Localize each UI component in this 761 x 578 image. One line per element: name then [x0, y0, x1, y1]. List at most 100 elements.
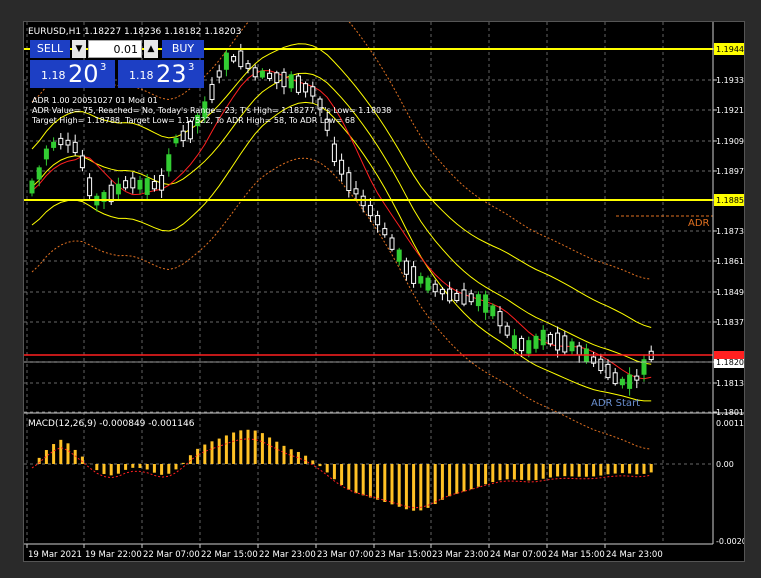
macd-bar: [224, 435, 228, 464]
candle-body: [403, 260, 409, 275]
candle-body: [619, 378, 625, 386]
time-tick-label: 24 Mar 15:00: [548, 550, 605, 560]
time-tick-label: 22 Mar 15:00: [201, 550, 258, 560]
macd-bar: [80, 456, 84, 464]
macd-bar: [160, 464, 164, 475]
time-tick-label: 24 Mar 07:00: [490, 550, 547, 560]
candle-body: [411, 266, 417, 284]
macd-bar: [584, 464, 588, 477]
candle-body: [87, 177, 93, 197]
price-tick-label: 1.19090: [716, 137, 744, 146]
macd-bar: [642, 464, 646, 474]
candle-body: [65, 139, 71, 146]
price-chart[interactable]: ADR ADR Start MACD(12,26,9) -0.000849 -0…: [24, 0, 757, 561]
buy-price-display[interactable]: 1.18 23 3: [118, 60, 204, 88]
chart-symbol-header: EURUSD,H1 1.18227 1.18236 1.18182 1.1820…: [28, 27, 241, 37]
chart-window[interactable]: ADR ADR Start MACD(12,26,9) -0.000849 -0…: [23, 0, 757, 562]
price-axis[interactable]: 1.19448 1.19330 1.19210 1.19090 1.18970 1.188…: [713, 43, 749, 417]
macd-bar: [311, 460, 315, 464]
buy-price-fraction: 3: [188, 62, 195, 73]
macd-bar: [239, 430, 243, 464]
macd-bar: [527, 464, 531, 481]
lot-increase-button[interactable]: ▲: [144, 40, 158, 58]
macd-bar: [498, 464, 502, 481]
candle-body: [576, 345, 582, 356]
candle-body: [310, 86, 316, 97]
macd-bar: [419, 464, 423, 511]
price-label-ask: [714, 351, 744, 359]
candle-body: [605, 363, 611, 379]
macd-bar: [534, 464, 538, 481]
macd-bar: [620, 464, 624, 474]
macd-bar: [412, 464, 416, 511]
macd-bar: [469, 464, 473, 490]
macd-bar: [556, 464, 560, 477]
macd-bar: [505, 464, 509, 480]
lot-size-input[interactable]: [88, 40, 142, 58]
macd-bar: [145, 464, 149, 470]
candle-body: [396, 249, 402, 262]
one-click-trading-panel: SELL ▼ ▲ BUY 1.18 20 3 1.18 23 3: [30, 40, 204, 88]
candle-body: [461, 289, 467, 305]
sell-price-display[interactable]: 1.18 20 3: [30, 60, 115, 88]
candle-body: [598, 358, 604, 372]
candle-body: [36, 167, 42, 180]
sell-price-prefix: 1.18: [41, 69, 66, 82]
macd-bar: [268, 437, 272, 464]
candle-body: [252, 67, 258, 78]
candle-body: [612, 372, 618, 385]
candle-body: [58, 137, 64, 146]
sell-button[interactable]: SELL: [30, 40, 70, 58]
sell-price-pips: 20: [68, 60, 99, 88]
macd-bar: [116, 464, 120, 474]
macd-axis[interactable]: 0.0011 0.00 -0.002034: [716, 419, 757, 546]
candle-body: [389, 237, 395, 250]
macd-bar: [577, 464, 581, 477]
candle-body: [533, 335, 539, 349]
time-tick-label: 19 Mar 2021: [28, 550, 82, 560]
time-tick-label: 24 Mar 23:00: [606, 550, 663, 560]
buy-button[interactable]: BUY: [162, 40, 204, 58]
macd-bar: [628, 464, 632, 474]
macd-bar: [512, 464, 516, 480]
macd-bar: [613, 464, 617, 474]
candle-body: [511, 335, 517, 349]
macd-bar: [210, 441, 214, 464]
macd-histogram: [37, 429, 653, 511]
time-axis[interactable]: 19 Mar 2021 19 Mar 22:00 22 Mar 07:00 22 Ma…: [26, 544, 663, 560]
price-tick-label: 1.18970: [716, 167, 744, 176]
buy-price-prefix: 1.18: [129, 69, 154, 82]
time-tick-label: 23 Mar 07:00: [317, 550, 374, 560]
macd-bar: [383, 464, 387, 502]
candle-body: [339, 159, 345, 175]
macd-bar: [606, 464, 610, 475]
candle-body: [173, 137, 179, 144]
candle-body: [130, 177, 136, 189]
macd-bar: [124, 464, 128, 470]
candle-body: [29, 180, 35, 194]
candle-body: [295, 75, 301, 93]
candle-body: [490, 305, 496, 317]
macd-bar: [332, 464, 336, 480]
candle-body: [223, 52, 229, 70]
lot-decrease-button[interactable]: ▼: [72, 40, 86, 58]
candle-body: [123, 180, 129, 189]
candle-body: [447, 288, 453, 302]
candle-body: [439, 288, 445, 295]
macd-bar: [203, 444, 207, 464]
candle-body: [483, 294, 489, 313]
macd-bar: [59, 439, 63, 464]
candle-body: [166, 154, 172, 172]
candle-body: [382, 228, 388, 236]
macd-tick-label: -0.002034: [716, 537, 744, 546]
macd-bar: [433, 464, 437, 505]
price-tick-label: 1.18852: [716, 196, 744, 205]
candle-body: [79, 155, 85, 169]
candle-body: [51, 141, 57, 148]
macd-bar: [167, 464, 171, 474]
time-tick-label: 23 Mar 15:00: [375, 550, 432, 560]
macd-bar: [282, 445, 286, 464]
candle-body: [497, 311, 503, 327]
adr-right-label: ADR: [688, 218, 710, 229]
macd-bar: [426, 464, 430, 508]
